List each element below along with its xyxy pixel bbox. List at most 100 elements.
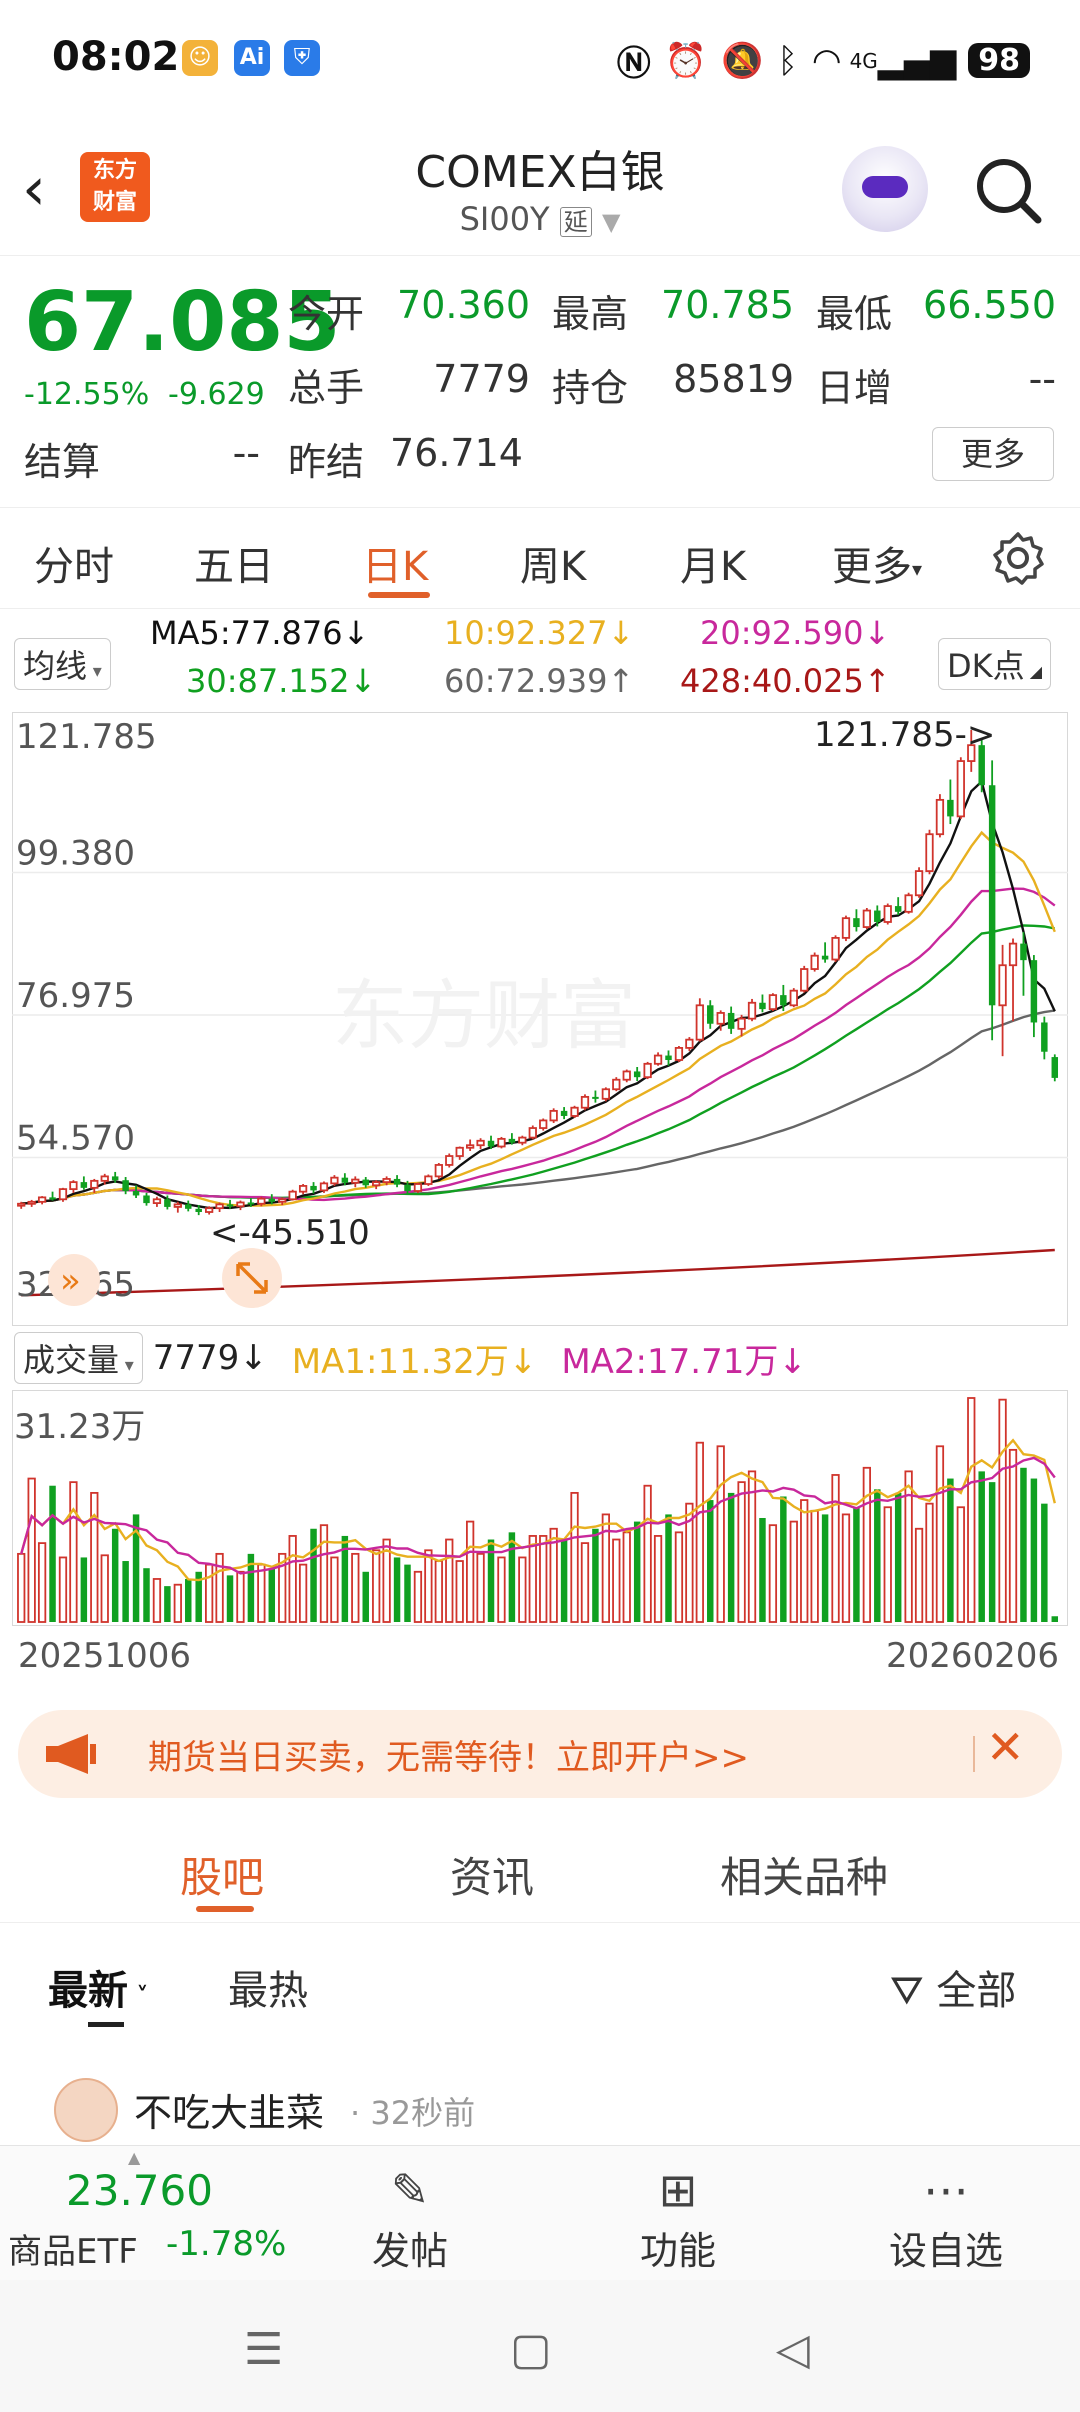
gear-icon [993, 532, 1044, 585]
bottom-toolbar: ▲ 23.760 商品ETF -1.78% ✎ 发帖 ⊞ 功能 ⋯ 设自选 [0, 2145, 1080, 2281]
candle [768, 993, 778, 1012]
promo-banner[interactable]: 期货当日买卖，无需等待！立即开户>> ✕ [18, 1710, 1062, 1798]
add-watchlist-button[interactable]: ⋯ 设自选 [846, 2160, 1046, 2275]
candle [988, 760, 996, 1041]
volume-now: 7779↓ [152, 1338, 268, 1378]
volume-bar [894, 1492, 902, 1622]
volume-bar [445, 1538, 454, 1623]
post-item[interactable]: 不吃大韭菜 · 32秒前 [0, 2060, 1080, 2142]
top-header: ‹ 东方 财富 COMEX白银 SI00Y 延 ▼ [0, 120, 1080, 256]
tab-more[interactable]: 更多▾ [832, 534, 922, 592]
volume-bar [173, 1583, 182, 1623]
high-marker: 121.785-> [814, 715, 995, 755]
wifi-icon: ◠ [811, 40, 842, 81]
function-button[interactable]: ⊞ 功能 [578, 2160, 778, 2275]
dk-point-button[interactable]: DK点 ◢ [938, 638, 1052, 690]
alarm-icon: ⏰ [664, 40, 708, 81]
caret-down-icon: ▾ [912, 557, 923, 581]
volume-bar [653, 1535, 663, 1623]
candle [800, 965, 809, 993]
candle [862, 907, 871, 929]
volume-bar [821, 1514, 829, 1622]
status-right: Ⓝ ⏰ 🔕 ᛒ ◠ 4G ▂▄▆ 98 [617, 36, 1030, 85]
home-icon[interactable]: ▢ [510, 2324, 552, 2375]
volume-bar [330, 1556, 339, 1623]
candle [539, 1118, 548, 1131]
chart-settings-button[interactable] [990, 530, 1046, 590]
ma-selector[interactable]: 均线 ▾ [14, 638, 111, 690]
menu-icon[interactable]: ☰ [244, 2324, 283, 2375]
post-username[interactable]: 不吃大韭菜 [134, 2082, 324, 2137]
close-icon[interactable]: ✕ [986, 1720, 1025, 1774]
filter-icon: ⛛ [890, 1968, 924, 2014]
tab-intraday[interactable]: 分时 [34, 534, 114, 592]
high-value: 70.785 [661, 283, 794, 327]
megaphone-icon [46, 1734, 96, 1774]
tab-news[interactable]: 资讯 [450, 1844, 534, 1905]
volume-bar [476, 1552, 485, 1623]
volume-bar [1041, 1503, 1048, 1622]
candle [904, 892, 913, 914]
post-button[interactable]: ✎ 发帖 [310, 2160, 510, 2275]
kline-chart[interactable]: 东方财富 121.78599.38076.97554.57032.165 121… [12, 712, 1068, 1326]
volume-bar [205, 1563, 214, 1623]
low-label: 最低 [816, 292, 893, 336]
volume-bar [69, 1481, 78, 1623]
caret-down-icon: ▾ [87, 661, 102, 682]
volume-bar [633, 1521, 641, 1622]
tab-monthly-k[interactable]: 月K [680, 534, 746, 592]
tab-weekly-k[interactable]: 周K [520, 534, 586, 592]
section-tab-underline [196, 1906, 254, 1912]
ma-legend: 均线 ▾ MA5:77.876↓ 10:92.327↓ 20:92.590↓ 3… [0, 612, 1080, 708]
edit-icon: ✎ [390, 2163, 430, 2217]
volume-bar [967, 1397, 976, 1623]
delay-badge: 延 [559, 207, 592, 237]
volume-bar [497, 1556, 506, 1623]
volume-bar [143, 1568, 150, 1622]
search-button[interactable] [974, 156, 1044, 230]
volume-bar [404, 1564, 411, 1622]
filter-latest[interactable]: 最新 ˅ [48, 1958, 148, 2016]
filter-hot[interactable]: 最热 [228, 1958, 308, 2016]
volume-bar [874, 1489, 881, 1622]
candle [319, 1181, 329, 1193]
candle [935, 794, 945, 838]
open-label: 今开 [288, 292, 365, 336]
post-label: 发帖 [371, 2229, 448, 2273]
volume-bar [37, 1542, 47, 1623]
filter-all[interactable]: ⛛ 全部 [890, 1958, 1016, 2016]
volume-bar [956, 1506, 965, 1623]
tab-forum[interactable]: 股吧 [180, 1844, 264, 1905]
volume-bar [810, 1509, 819, 1623]
volume-bar [612, 1538, 621, 1623]
volume-bar [236, 1570, 245, 1623]
candle [643, 1061, 652, 1080]
double-chevron-right-icon: » [60, 1261, 81, 1301]
volume-bar [111, 1528, 119, 1622]
etf-ticker[interactable]: ▲ 23.760 商品ETF -1.78% [0, 2146, 290, 2281]
candle [497, 1136, 506, 1149]
fullscreen-button[interactable] [222, 1248, 282, 1308]
tab-daily-k[interactable]: 日K [362, 534, 428, 592]
more-quote-button[interactable]: 更多 [932, 427, 1054, 481]
vol-ma1: MA1:11.32万↓ [291, 1341, 538, 1382]
ma-selector-label: 均线 [23, 647, 88, 685]
high-label: 最高 [552, 292, 629, 336]
assistant-avatar[interactable] [842, 146, 928, 232]
open-value: 70.360 [397, 283, 530, 327]
candle [883, 903, 892, 925]
filter-latest-label: 最新 [48, 1968, 128, 2014]
volume-bar [508, 1532, 516, 1622]
filter-underline [88, 2022, 124, 2027]
y-tick-label: 121.785 [16, 717, 157, 757]
ma428-label: 428:40.025↑ [680, 662, 891, 700]
volume-bar [737, 1481, 746, 1623]
volume-bar [925, 1502, 934, 1623]
indicator-selector[interactable]: 成交量 ▾ [14, 1332, 143, 1384]
user-avatar[interactable] [54, 2078, 118, 2142]
volume-chart[interactable]: 31.23万 [12, 1390, 1068, 1626]
expand-left-button[interactable]: » [48, 1254, 100, 1306]
tab-related[interactable]: 相关品种 [720, 1844, 888, 1905]
tab-five-day[interactable]: 五日 [194, 534, 274, 592]
back-nav-icon[interactable]: ◁ [776, 2324, 810, 2375]
